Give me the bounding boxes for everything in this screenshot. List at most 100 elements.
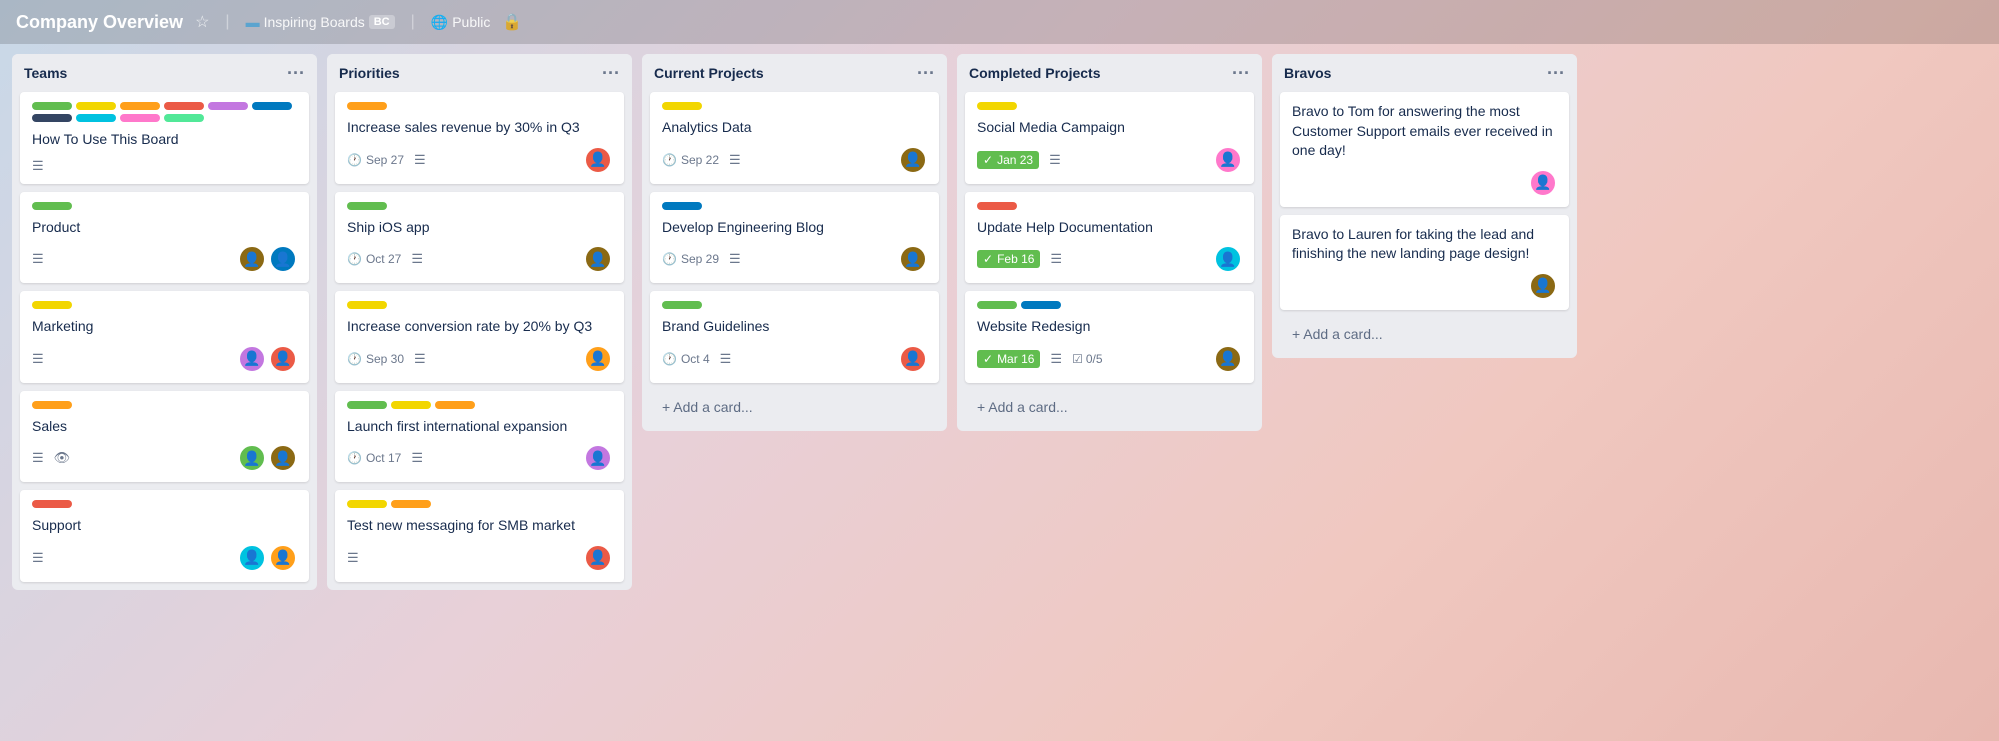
check-icon: ✓ xyxy=(983,153,993,167)
label-lime xyxy=(164,114,204,122)
card-labels xyxy=(32,301,297,309)
card-date: 🕐Oct 27 xyxy=(347,252,401,266)
bravo-card[interactable]: Bravo to Tom for answering the most Cust… xyxy=(1280,92,1569,207)
card[interactable]: Increase conversion rate by 20% by Q3 🕐S… xyxy=(335,291,624,383)
label-orange xyxy=(391,500,431,508)
avatar: 👤 xyxy=(584,245,612,273)
card-meta: ✓Mar 16☰☑0/5 👤 xyxy=(977,345,1242,373)
avatars: 👤 xyxy=(584,444,612,472)
card-meta: ☰ 👤👤 xyxy=(32,345,297,373)
card-meta-left: 🕐Sep 29☰ xyxy=(662,251,741,267)
avatars: 👤 xyxy=(899,146,927,174)
column-title: Priorities xyxy=(339,65,400,81)
card-meta-left: 🕐Oct 17☰ xyxy=(347,450,423,466)
label-yellow xyxy=(347,500,387,508)
column-menu-icon[interactable]: ··· xyxy=(1547,64,1565,82)
column-title: Completed Projects xyxy=(969,65,1100,81)
card-title: Increase conversion rate by 20% by Q3 xyxy=(347,317,612,337)
column-menu-icon[interactable]: ··· xyxy=(1232,64,1250,82)
cards-container: Social Media Campaign ✓Jan 23☰ 👤 Update … xyxy=(957,88,1262,391)
label-green xyxy=(977,301,1017,309)
card[interactable]: Social Media Campaign ✓Jan 23☰ 👤 xyxy=(965,92,1254,184)
card[interactable]: Update Help Documentation ✓Feb 16☰ 👤 xyxy=(965,192,1254,284)
card[interactable]: Ship iOS app 🕐Oct 27☰ 👤 xyxy=(335,192,624,284)
add-card-button[interactable]: + Add a card... xyxy=(965,391,1254,423)
label-blue xyxy=(1021,301,1061,309)
card-labels xyxy=(347,202,612,210)
card-title: Support xyxy=(32,516,297,536)
workspace-badge: BC xyxy=(369,15,395,29)
visibility-button[interactable]: 🌐 Public xyxy=(431,14,491,31)
card-date: 🕐Sep 27 xyxy=(347,153,404,167)
cards-container: How To Use This Board ☰ Product ☰ 👤👤 Mar… xyxy=(12,88,317,590)
card[interactable]: Marketing ☰ 👤👤 xyxy=(20,291,309,383)
card-meta: 🕐Sep 22☰ 👤 xyxy=(662,146,927,174)
check-icon: ✓ xyxy=(983,252,993,266)
desc-icon: ☰ xyxy=(32,550,44,566)
label-red xyxy=(164,102,204,110)
avatar: 👤 xyxy=(238,444,266,472)
avatar: 👤 xyxy=(269,345,297,373)
desc-icon: ☰ xyxy=(720,351,732,367)
desc-icon: ☰ xyxy=(411,450,423,466)
column-header: Completed Projects ··· xyxy=(957,54,1262,88)
card-labels xyxy=(662,301,927,309)
avatar: 👤 xyxy=(1214,146,1242,174)
card[interactable]: Analytics Data 🕐Sep 22☰ 👤 xyxy=(650,92,939,184)
card-title: Ship iOS app xyxy=(347,218,612,238)
board-icon: ▬ xyxy=(246,14,260,30)
cards-container: Analytics Data 🕐Sep 22☰ 👤 Develop Engine… xyxy=(642,88,947,391)
card-checklist: ☑0/5 xyxy=(1072,352,1102,366)
card-meta: ☰ 👤👤 xyxy=(32,544,297,572)
card-date-done: ✓Jan 23 xyxy=(977,151,1039,169)
avatar: 👤 xyxy=(238,345,266,373)
card-date: 🕐Sep 30 xyxy=(347,352,404,366)
card[interactable]: Brand Guidelines 🕐Oct 4☰ 👤 xyxy=(650,291,939,383)
workspace-link[interactable]: ▬ Inspiring Boards BC xyxy=(246,14,395,30)
avatar: 👤 xyxy=(269,544,297,572)
header-divider-1: | xyxy=(225,13,229,31)
column-header: Bravos ··· xyxy=(1272,54,1577,88)
card-meta-left: 🕐Oct 27☰ xyxy=(347,251,423,267)
card[interactable]: Sales ☰👁 👤👤 xyxy=(20,391,309,483)
lock-icon[interactable]: 🔒 xyxy=(502,12,522,32)
column-menu-icon[interactable]: ··· xyxy=(287,64,305,82)
card[interactable]: Product ☰ 👤👤 xyxy=(20,192,309,284)
card-title: Develop Engineering Blog xyxy=(662,218,927,238)
header-divider-2: | xyxy=(411,13,415,31)
bravo-card[interactable]: Bravo to Lauren for taking the lead and … xyxy=(1280,215,1569,310)
label-yellow xyxy=(347,301,387,309)
card[interactable]: Develop Engineering Blog 🕐Sep 29☰ 👤 xyxy=(650,192,939,284)
card[interactable]: Website Redesign ✓Mar 16☰☑0/5 👤 xyxy=(965,291,1254,383)
avatars: 👤 xyxy=(584,245,612,273)
column-bravos: Bravos ··· Bravo to Tom for answering th… xyxy=(1272,54,1577,358)
avatars: 👤 xyxy=(899,245,927,273)
add-card-button[interactable]: + Add a card... xyxy=(650,391,939,423)
checklist-icon: ☑ xyxy=(1072,352,1083,366)
column-menu-icon[interactable]: ··· xyxy=(602,64,620,82)
card-labels xyxy=(662,102,927,110)
card-meta: 🕐Sep 30☰ 👤 xyxy=(347,345,612,373)
card-labels xyxy=(347,301,612,309)
card-labels xyxy=(347,500,612,508)
card[interactable]: Support ☰ 👤👤 xyxy=(20,490,309,582)
card-meta: 🕐Oct 4☰ 👤 xyxy=(662,345,927,373)
column-menu-icon[interactable]: ··· xyxy=(917,64,935,82)
card-meta-left: ✓Jan 23☰ xyxy=(977,151,1061,169)
label-pink xyxy=(120,114,160,122)
card-labels xyxy=(347,102,612,110)
card[interactable]: Increase sales revenue by 30% in Q3 🕐Sep… xyxy=(335,92,624,184)
card[interactable]: Test new messaging for SMB market ☰ 👤 xyxy=(335,490,624,582)
card[interactable]: Launch first international expansion 🕐Oc… xyxy=(335,391,624,483)
card-meta: 🕐Sep 27☰ 👤 xyxy=(347,146,612,174)
card-date-done: ✓Mar 16 xyxy=(977,350,1040,368)
star-icon[interactable]: ☆ xyxy=(195,12,209,32)
label-yellow xyxy=(662,102,702,110)
card-meta: ☰ 👤👤 xyxy=(32,245,297,273)
add-card-button[interactable]: + Add a card... xyxy=(1280,318,1569,350)
desc-icon: ☰ xyxy=(729,251,741,267)
card[interactable]: How To Use This Board ☰ xyxy=(20,92,309,184)
bravo-text: Bravo to Tom for answering the most Cust… xyxy=(1292,102,1557,161)
card-meta-left: 🕐Sep 22☰ xyxy=(662,152,741,168)
label-green xyxy=(32,202,72,210)
